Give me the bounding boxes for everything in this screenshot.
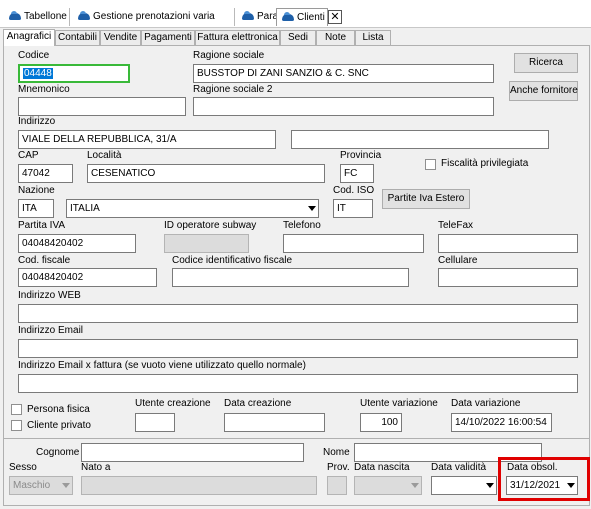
tab-lista[interactable]: Lista	[355, 30, 391, 45]
data-variazione-field[interactable]: 14/10/2022 16:00:54	[451, 413, 552, 432]
cellulare-field[interactable]	[438, 268, 578, 287]
car-icon	[242, 11, 254, 20]
utente-variazione-field[interactable]: 100	[360, 413, 402, 432]
ragione-sociale2-label: Ragione sociale 2	[193, 84, 273, 95]
mnemonico-field[interactable]	[18, 97, 186, 116]
data-validita-label: Data validità	[431, 462, 487, 473]
prov-field	[327, 476, 347, 495]
partita-iva-field[interactable]: 04048420402	[18, 234, 136, 253]
tab-vendite[interactable]: Vendite	[100, 30, 141, 45]
cellulare-label: Cellulare	[438, 255, 478, 266]
codice-field[interactable]: 04448	[18, 64, 130, 83]
doc-tab-tabellone[interactable]: Tabellone	[4, 8, 70, 26]
cliente-privato-checkbox[interactable]	[11, 420, 22, 431]
nazione-select[interactable]: ITALIA	[66, 199, 319, 218]
tab-fattura-elettronica[interactable]: Fattura elettronica	[195, 30, 280, 45]
codice-value: 04448	[23, 68, 53, 79]
cod-iso-label: Cod. ISO	[333, 185, 375, 196]
ricerca-button[interactable]: Ricerca	[514, 53, 578, 73]
sesso-select: Maschio	[9, 476, 73, 495]
indirizzo2-field[interactable]	[291, 130, 549, 149]
highlight-box	[498, 457, 590, 501]
prov-label: Prov.	[327, 462, 350, 473]
id-operatore-label: ID operatore subway	[164, 220, 257, 231]
data-variazione-label: Data variazione	[451, 398, 521, 409]
ragione-sociale-field[interactable]: BUSSTOP DI ZANI SANZIO & C. SNC	[193, 64, 494, 83]
fiscalita-label: Fiscalità privilegiata	[441, 158, 529, 169]
fiscalita-checkbox[interactable]	[425, 159, 436, 170]
cognome-field[interactable]	[81, 443, 304, 462]
cod-fiscale-label: Cod. fiscale	[18, 255, 71, 266]
doc-tab-clienti[interactable]: Clienti	[276, 8, 328, 26]
mnemonico-label: Mnemonico	[18, 84, 70, 95]
cod-fiscale-field[interactable]: 04048420402	[18, 268, 157, 287]
codice-id-fiscale-field[interactable]	[172, 268, 409, 287]
tab-sedi[interactable]: Sedi	[280, 30, 316, 45]
cap-label: CAP	[18, 150, 39, 161]
partita-iva-label: Partita IVA	[18, 220, 66, 231]
codice-label: Codice	[18, 50, 50, 61]
document-tab-bar: Tabellone Gestione prenotazioni varia Pa…	[0, 0, 591, 28]
tab-note[interactable]: Note	[316, 30, 355, 45]
nato-a-label: Nato a	[81, 462, 111, 473]
email-fattura-field[interactable]	[18, 374, 578, 393]
nato-a-field	[81, 476, 317, 495]
id-operatore-field	[164, 234, 249, 253]
cod-iso-field[interactable]: IT	[333, 199, 373, 218]
nazione-label: Nazione	[18, 185, 55, 196]
telefono-field[interactable]	[283, 234, 424, 253]
nazione-code-field[interactable]: ITA	[18, 199, 54, 218]
email-label: Indirizzo Email	[18, 325, 84, 336]
cognome-label: Cognome	[36, 447, 80, 458]
email-fattura-label: Indirizzo Email x fattura (se vuoto vien…	[18, 360, 306, 371]
data-creazione-label: Data creazione	[224, 398, 292, 409]
car-icon	[9, 11, 21, 20]
sesso-label: Sesso	[9, 462, 37, 473]
localita-label: Località	[87, 150, 122, 161]
car-icon	[78, 11, 90, 20]
close-tab-button[interactable]: ✕	[328, 10, 342, 24]
provincia-field[interactable]: FC	[340, 164, 374, 183]
indirizzo-field[interactable]: VIALE DELLA REPUBBLICA, 31/A	[18, 130, 276, 149]
provincia-label: Provincia	[340, 150, 382, 161]
ragione-sociale2-field[interactable]	[193, 97, 494, 116]
utente-creazione-label: Utente creazione	[135, 398, 211, 409]
tab-pagamenti[interactable]: Pagamenti	[141, 30, 195, 45]
tab-anagrafici[interactable]: Anagrafici	[3, 29, 55, 46]
localita-field[interactable]: CESENATICO	[87, 164, 325, 183]
partite-iva-estero-button[interactable]: Partite Iva Estero	[382, 189, 470, 209]
cap-field[interactable]: 47042	[18, 164, 73, 183]
persona-fisica-label: Persona fisica	[27, 404, 90, 415]
doc-tab-gestione-prenotazioni[interactable]: Gestione prenotazioni varia	[73, 8, 235, 26]
telefax-field[interactable]	[438, 234, 578, 253]
telefono-label: Telefono	[283, 220, 321, 231]
telefax-label: TeleFax	[438, 220, 474, 231]
ragione-sociale-label: Ragione sociale	[193, 50, 265, 61]
data-validita-select[interactable]	[431, 476, 497, 495]
anche-fornitore-button[interactable]: Anche fornitore	[509, 81, 578, 101]
data-nascita-label: Data nascita	[354, 462, 410, 473]
car-icon	[282, 12, 294, 21]
sesso-value: Maschio	[13, 480, 51, 491]
utente-creazione-field[interactable]	[135, 413, 175, 432]
chevron-down-icon[interactable]	[308, 206, 316, 211]
cliente-privato-label: Cliente privato	[27, 420, 91, 431]
web-label: Indirizzo WEB	[18, 290, 81, 301]
chevron-down-icon	[411, 483, 419, 488]
chevron-down-icon	[62, 483, 70, 488]
tab-contabili[interactable]: Contabili	[55, 30, 100, 45]
data-creazione-field[interactable]	[224, 413, 325, 432]
chevron-down-icon[interactable]	[486, 483, 494, 488]
persona-fisica-checkbox[interactable]	[11, 404, 22, 415]
utente-variazione-label: Utente variazione	[360, 398, 438, 409]
email-field[interactable]	[18, 339, 578, 358]
codice-id-fiscale-label: Codice identificativo fiscale	[172, 255, 293, 266]
nazione-name: ITALIA	[70, 203, 100, 214]
indirizzo-label: Indirizzo	[18, 116, 56, 127]
nome-label: Nome	[323, 447, 350, 458]
web-field[interactable]	[18, 304, 578, 323]
data-nascita-select	[354, 476, 422, 495]
